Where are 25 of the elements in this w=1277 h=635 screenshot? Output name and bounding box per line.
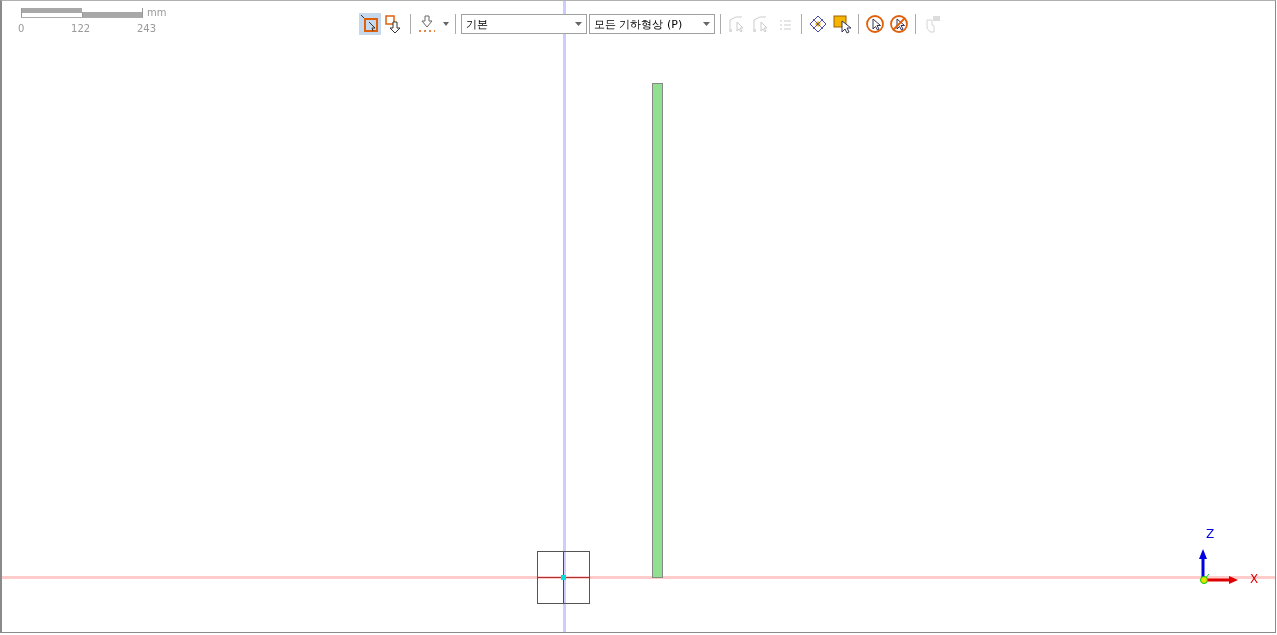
circle-slash-cursor-icon: [889, 14, 909, 34]
crosshair-drawing: [537, 551, 590, 604]
toolbar-button[interactable]: [807, 13, 829, 35]
scale-label: 243: [136, 23, 156, 34]
toolbar-button[interactable]: [831, 13, 853, 35]
caret-icon: [443, 22, 449, 26]
axis-triad-drawing: [1199, 549, 1239, 585]
window-cursor-icon: [832, 14, 852, 34]
menu-button[interactable]: [416, 13, 450, 35]
axis-label: Z: [1206, 527, 1215, 541]
toolbar-button[interactable]: [888, 13, 910, 35]
diamond-nodes-icon: [808, 14, 828, 34]
toolbar-button[interactable]: [359, 13, 381, 35]
toolbar-button[interactable]: [864, 13, 886, 35]
circle-cursor-icon: [865, 14, 885, 34]
scale-label: 0: [18, 23, 25, 34]
select-box-icon: [360, 14, 380, 34]
axis-label: X: [1250, 572, 1259, 586]
scale-unit: mm: [147, 7, 167, 18]
scale-label: 122: [71, 23, 91, 34]
caret-icon: [575, 22, 582, 26]
dropdown[interactable]: 모든 기하형상 (P): [589, 14, 715, 34]
caret-icon: [703, 22, 710, 26]
dropdown[interactable]: 기본: [461, 14, 587, 34]
pointer-icon: [417, 14, 437, 34]
